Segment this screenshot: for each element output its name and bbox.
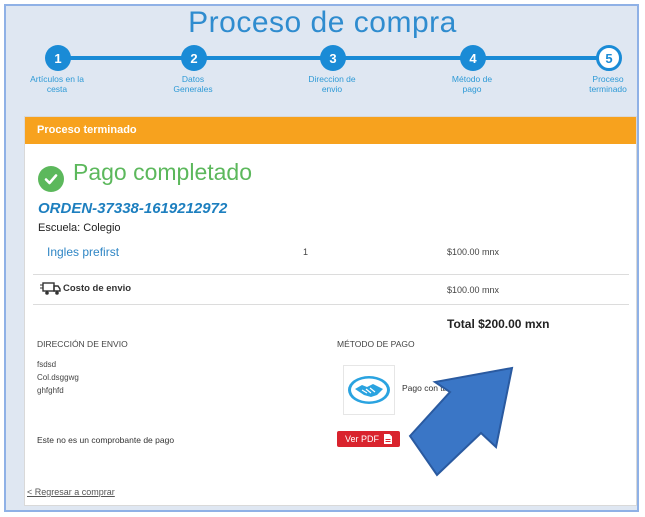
annotation-arrow [408,366,514,477]
